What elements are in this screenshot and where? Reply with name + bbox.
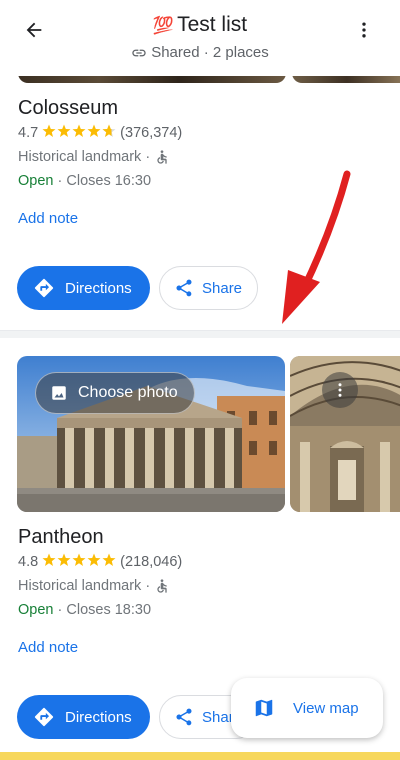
rating-value: 4.7 <box>18 125 39 141</box>
hours-row: Open · Closes 18:30 <box>18 602 151 618</box>
category-row: Historical landmark · <box>18 149 170 165</box>
add-note-link[interactable]: Add note <box>18 210 78 227</box>
place-name[interactable]: Colosseum <box>18 97 118 120</box>
directions-label: Directions <box>65 708 132 726</box>
rating-value: 4.8 <box>18 554 39 570</box>
star-rating-icon <box>42 553 116 571</box>
section-divider <box>0 330 400 338</box>
more-vert-icon <box>338 383 342 397</box>
pantheon-interior-photo[interactable] <box>290 356 400 512</box>
directions-label: Directions <box>65 279 132 297</box>
category-row: Historical landmark · <box>18 578 170 594</box>
view-map-button[interactable]: View map <box>231 678 383 738</box>
photo-more-options-button[interactable] <box>322 372 358 408</box>
choose-photo-button[interactable]: Choose photo <box>35 372 195 414</box>
directions-icon <box>34 707 54 727</box>
app-header: 💯 Test list Shared · 2 places <box>0 0 400 76</box>
open-status: Open <box>18 173 54 189</box>
category-text: Historical landmark · <box>18 578 151 594</box>
subtitle-text: Shared · 2 places <box>151 44 269 61</box>
star-rating-icon <box>42 124 116 142</box>
wheelchair-accessible-icon <box>157 150 167 164</box>
rating-row: 4.8 (218,046) <box>18 553 182 571</box>
link-icon <box>132 49 146 56</box>
share-label: Share <box>202 279 243 297</box>
closing-time: · Closes 18:30 <box>57 602 152 618</box>
place-name[interactable]: Pantheon <box>18 526 104 549</box>
share-button[interactable]: Share <box>159 266 258 310</box>
bottom-edge <box>0 752 400 760</box>
more-vert-icon <box>362 22 366 38</box>
add-note-link[interactable]: Add note <box>18 639 78 656</box>
directions-button[interactable]: Directions <box>17 695 150 739</box>
directions-icon <box>34 278 54 298</box>
rating-row: 4.7 (376,374) <box>18 124 182 142</box>
open-status: Open <box>18 602 54 618</box>
category-text: Historical landmark · <box>18 149 151 165</box>
share-icon <box>176 708 192 726</box>
choose-photo-label: Choose photo <box>78 384 178 401</box>
closing-time: · Closes 16:30 <box>57 173 152 189</box>
list-title: 💯 Test list <box>0 13 400 37</box>
image-icon <box>52 386 66 400</box>
list-subtitle: Shared · 2 places <box>0 44 400 61</box>
annotation-arrow-icon <box>282 170 351 324</box>
review-count[interactable]: (218,046) <box>120 554 182 570</box>
share-icon <box>176 279 192 297</box>
list-title-text: Test list <box>177 13 248 36</box>
pantheon-photo[interactable]: Choose photo <box>17 356 285 512</box>
map-icon <box>255 699 273 717</box>
view-map-label: View map <box>293 699 359 717</box>
wheelchair-accessible-icon <box>157 579 167 593</box>
more-options-button[interactable] <box>348 14 380 46</box>
hundred-emoji-icon: 💯 <box>152 16 174 35</box>
review-count[interactable]: (376,374) <box>120 125 182 141</box>
hours-row: Open · Closes 16:30 <box>18 173 151 189</box>
directions-button[interactable]: Directions <box>17 266 150 310</box>
